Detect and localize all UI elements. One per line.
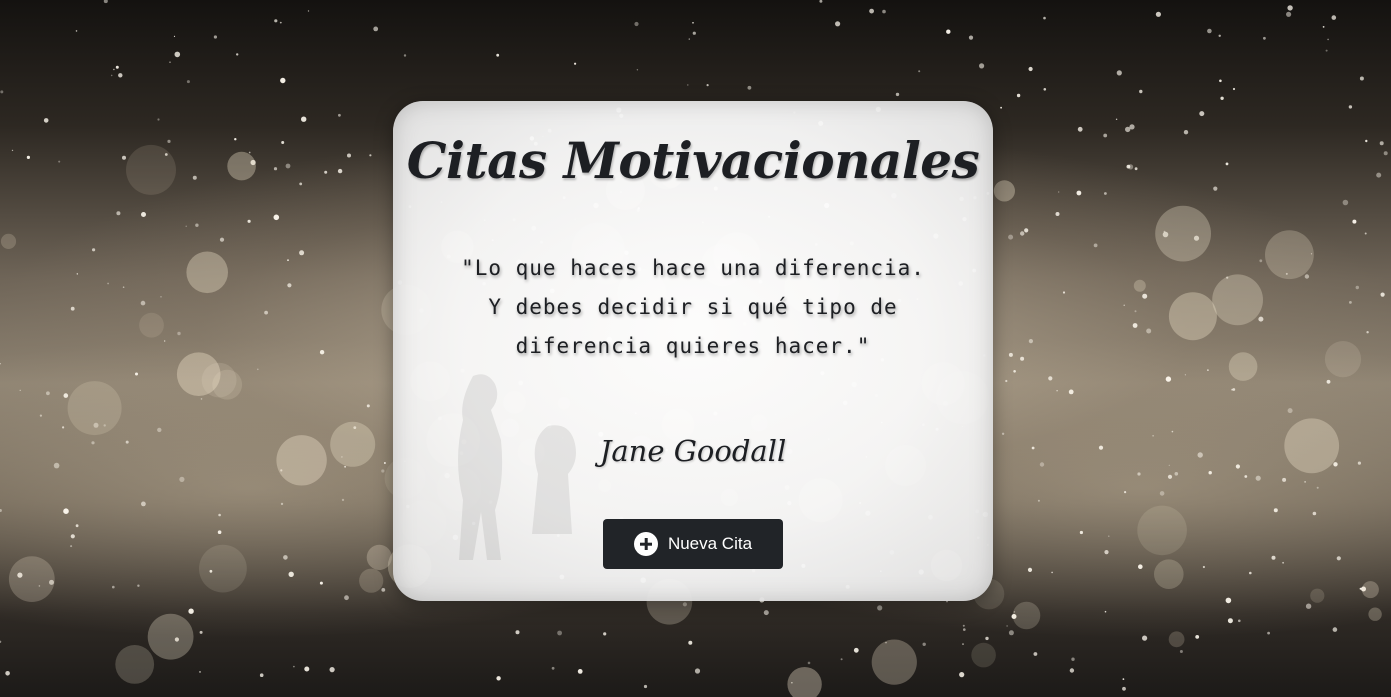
new-quote-button[interactable]: Nueva Cita [603, 519, 783, 569]
plus-circle-icon [633, 532, 658, 556]
quote-card: Citas Motivacionales "Lo que haces hace … [393, 101, 993, 601]
new-quote-button-label: Nueva Cita [667, 534, 753, 553]
page-title: Citas Motivacionales [406, 131, 980, 190]
quote-text: "Lo que haces hace una diferencia. Y deb… [461, 256, 925, 358]
quote-author: Jane Goodall [599, 434, 787, 468]
